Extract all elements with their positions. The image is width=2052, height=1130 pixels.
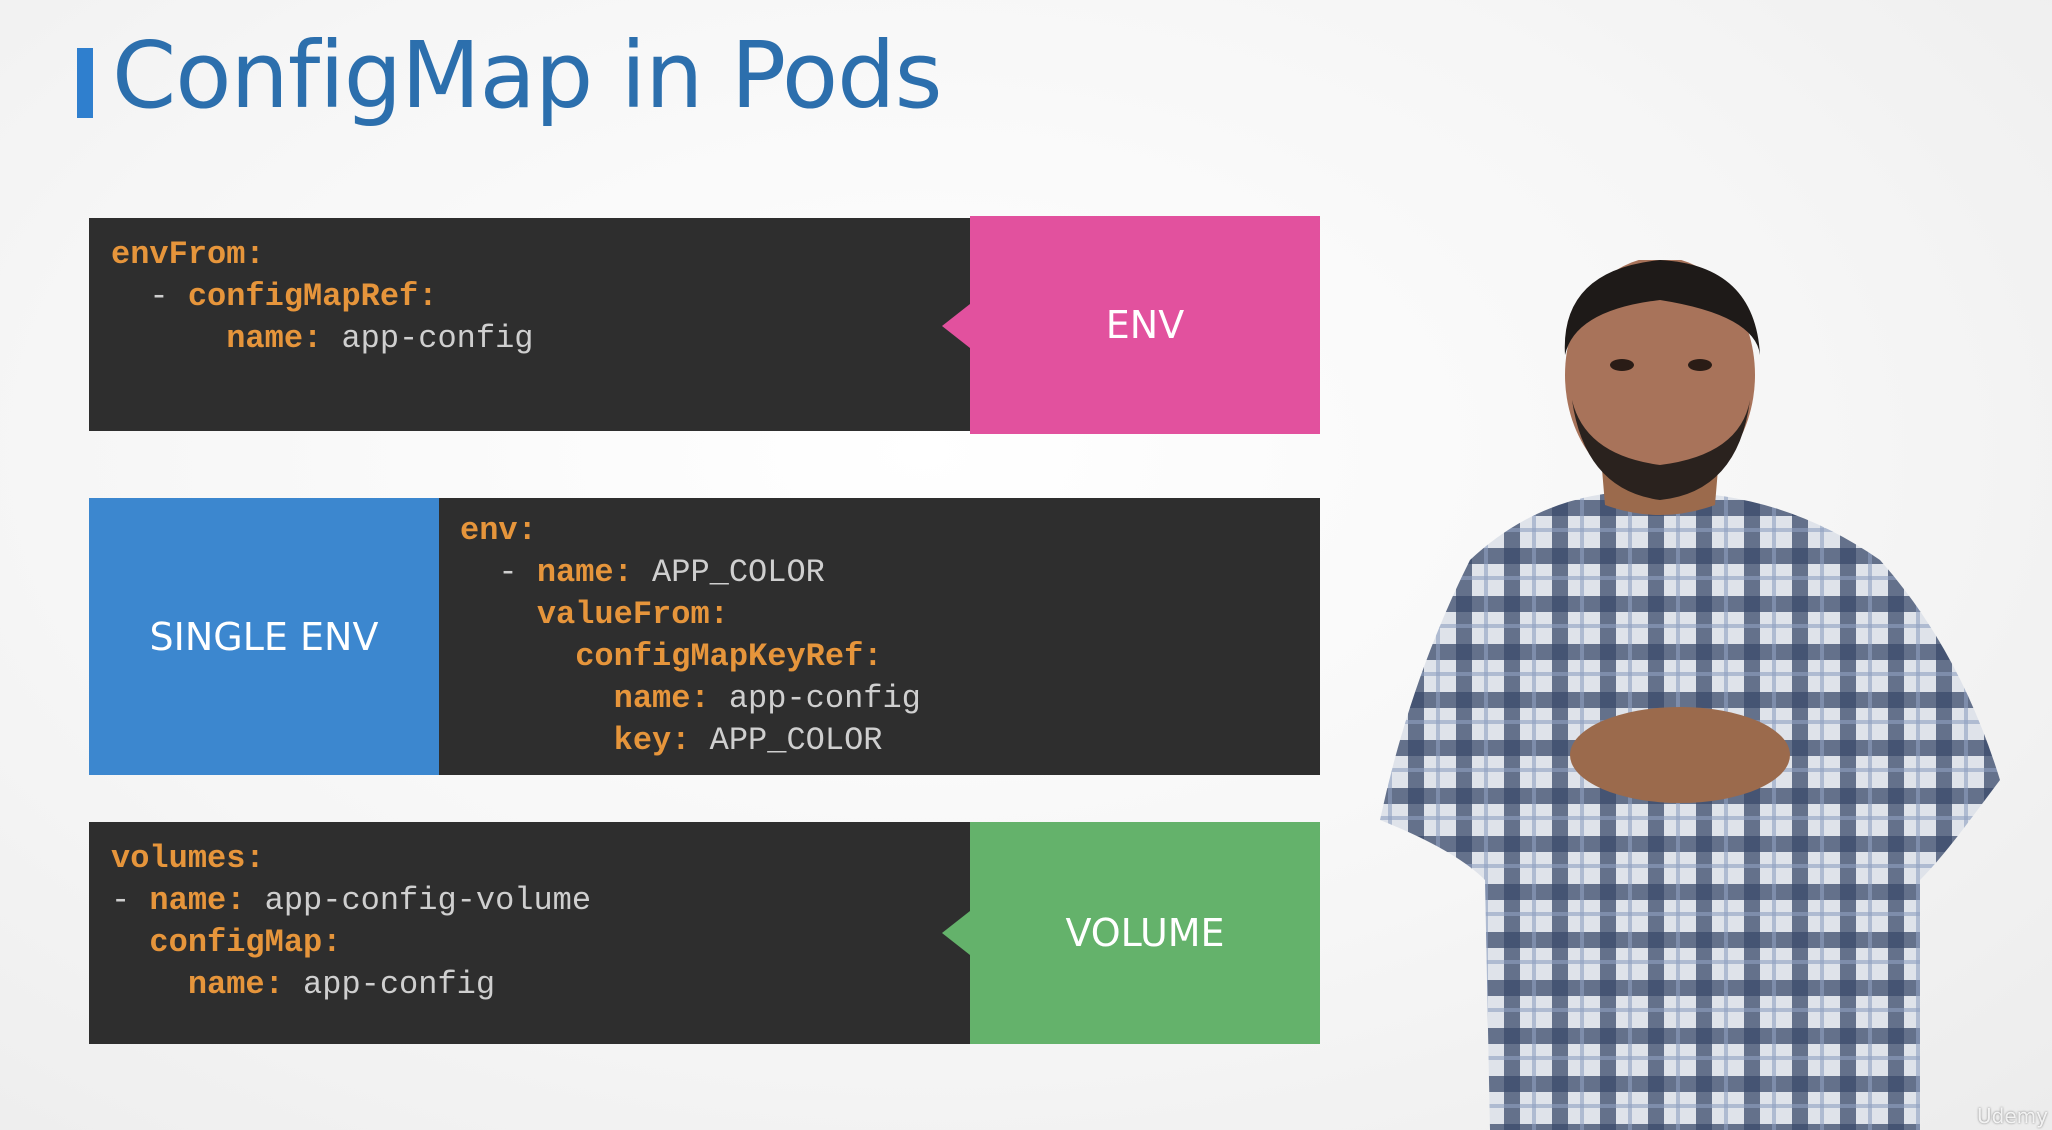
env-label: ENV — [970, 216, 1320, 434]
title-accent-bar — [77, 48, 93, 118]
single-env-row: SINGLE ENV env: - name: APP_COLOR valueF… — [89, 498, 1320, 775]
presenter-hands — [1570, 707, 1790, 803]
slide-title: ConfigMap in Pods — [112, 22, 943, 129]
presenter-video — [1380, 260, 2000, 1130]
volume-pointer-arrow — [942, 911, 970, 955]
single-env-label: SINGLE ENV — [89, 498, 439, 775]
env-code-block: envFrom: - configMapRef: name: app-confi… — [89, 218, 970, 431]
env-pointer-arrow — [942, 304, 970, 348]
env-row: envFrom: - configMapRef: name: app-confi… — [89, 216, 1320, 434]
volume-label: VOLUME — [970, 822, 1320, 1044]
single-env-code-block: env: - name: APP_COLOR valueFrom: config… — [439, 498, 1320, 775]
volume-row: volumes: - name: app-config-volume confi… — [89, 822, 1320, 1044]
env-code: envFrom: - configMapRef: name: app-confi… — [111, 236, 534, 357]
volume-code: volumes: - name: app-config-volume confi… — [111, 840, 592, 1003]
volume-code-block: volumes: - name: app-config-volume confi… — [89, 822, 970, 1044]
single-env-code: env: - name: APP_COLOR valueFrom: config… — [460, 512, 921, 759]
presenter-shirt — [1380, 491, 2000, 1130]
udemy-watermark: Udemy — [1977, 1104, 2048, 1128]
